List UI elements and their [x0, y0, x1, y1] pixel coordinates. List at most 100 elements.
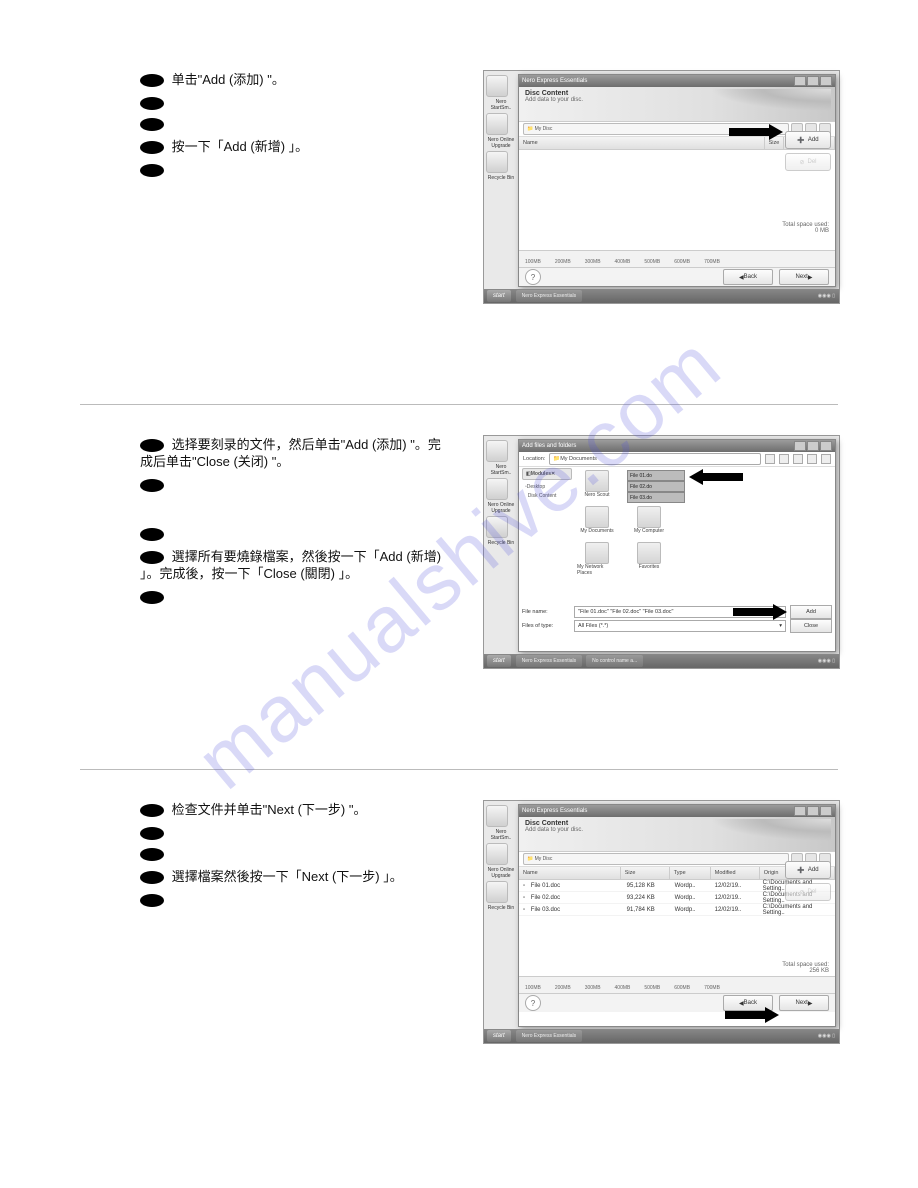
banner: Disc Content Add data to your disc. — [519, 87, 835, 122]
dialog-add-button[interactable]: Add — [790, 605, 832, 619]
next-button[interactable]: Next ▶ — [779, 995, 829, 1011]
filetype-select[interactable]: All Files (*.*)▾ — [574, 620, 786, 632]
lang-marker — [140, 848, 164, 861]
start-button[interactable]: start — [487, 655, 511, 667]
total-space-label: Total space used:256 KB — [782, 962, 829, 974]
desktop-icon-label: Recycle Bin — [486, 175, 516, 181]
nav-back-icon[interactable] — [765, 454, 775, 464]
banner: Disc Content Add data to your disc. — [519, 817, 835, 852]
next-button[interactable]: Next ▶ — [779, 269, 829, 285]
max-button[interactable] — [807, 441, 819, 451]
min-button[interactable] — [794, 76, 806, 86]
del-button[interactable]: ⊘ Del — [785, 153, 831, 171]
start-button[interactable]: start — [487, 290, 511, 302]
section-3: 检查文件并单击"Next (下一步) "。 選擇檔案然後按一下「Next (下一… — [80, 800, 838, 1044]
desktop-icon — [486, 843, 508, 865]
desktop-icon-label: Recycle Bin — [486, 905, 516, 911]
taskbar: start Nero Express Essentials No control… — [484, 654, 839, 668]
del-button[interactable]: ⊘ Del — [785, 883, 831, 901]
section-divider — [80, 769, 838, 770]
nav-item[interactable]: Disk Content — [522, 491, 572, 500]
lang-marker — [140, 479, 164, 492]
nav-header[interactable]: ◧ Modules ✕ — [522, 468, 572, 480]
callout-arrow — [689, 470, 743, 484]
close-button[interactable] — [820, 76, 832, 86]
s3-line2: 選擇檔案然後按一下「Next (下一步) 」。 — [172, 869, 403, 884]
lang-marker — [140, 804, 164, 817]
location-field[interactable]: 📁 My Documents — [549, 453, 761, 465]
add-files-dialog: Add files and folders Location: 📁 My Doc… — [518, 439, 836, 652]
lang-marker — [140, 528, 164, 541]
s2-line1: 选择要刻录的文件，然后单击"Add (添加) "。完成后单击"Close (关闭… — [140, 437, 441, 469]
breadcrumb[interactable]: 📁 My Disc — [523, 853, 789, 865]
size-ruler: 100MB200MB300MB400MB500MB600MB700MB — [519, 976, 835, 994]
section-2: 选择要刻录的文件，然后单击"Add (添加) "。完成后单击"Close (关闭… — [80, 435, 838, 669]
lang-marker — [140, 551, 164, 564]
callout-arrow — [733, 605, 787, 619]
filetype-label: Files of type: — [522, 623, 570, 629]
nav-view-icon[interactable] — [821, 454, 831, 464]
s3-line1: 检查文件并单击"Next (下一步) "。 — [172, 802, 367, 817]
filename-label: File name: — [522, 609, 570, 615]
s1-line1: 单击"Add (添加) "。 — [172, 72, 285, 87]
close-button[interactable] — [820, 806, 832, 816]
desktop-icon — [486, 516, 508, 538]
max-button[interactable] — [807, 806, 819, 816]
lang-marker — [140, 164, 164, 177]
lang-marker — [140, 894, 164, 907]
desktop-icon — [486, 440, 508, 462]
selected-file[interactable]: File 02.do — [627, 481, 685, 492]
desktop-icon — [486, 151, 508, 173]
min-button[interactable] — [794, 441, 806, 451]
nav-search-icon[interactable] — [793, 454, 803, 464]
titlebar: Add files and folders — [519, 440, 835, 452]
nav-new-icon[interactable] — [807, 454, 817, 464]
size-ruler: 100MB200MB300MB400MB500MB600MB700MB — [519, 250, 835, 268]
task-item[interactable]: Nero Express Essentials — [516, 655, 582, 667]
titlebar: Nero Express Essentials — [519, 75, 835, 87]
add-button[interactable]: ➕ Add — [785, 861, 831, 879]
screenshot-3: Nero StartSm.. Nero Online Upgrade Recyc… — [483, 800, 840, 1044]
desktop-icon — [486, 881, 508, 903]
selected-file[interactable]: File 01.do — [627, 470, 685, 481]
callout-arrow — [725, 1008, 779, 1022]
nav-item[interactable]: ▫ Desktop — [522, 482, 572, 491]
nero-main-window: Nero Express Essentials Disc Content Add… — [518, 74, 836, 287]
back-button[interactable]: ◀ Back — [723, 269, 773, 285]
selected-files: File 01.do File 02.do File 03.do — [627, 470, 685, 503]
folder-item[interactable]: My Documents — [577, 506, 617, 534]
desktop-icon — [486, 75, 508, 97]
s2-line2: 選擇所有要燒錄檔案，然後按一下「Add (新增) 」。完成後，按一下「Close… — [140, 549, 441, 581]
task-item[interactable]: Nero Express Essentials — [516, 290, 582, 302]
lang-marker — [140, 827, 164, 840]
folder-item[interactable]: Nero Scout — [577, 470, 617, 498]
folder-item[interactable]: Favorites — [629, 542, 669, 576]
min-button[interactable] — [794, 806, 806, 816]
close-button[interactable] — [820, 441, 832, 451]
start-button[interactable]: start — [487, 1030, 511, 1042]
desktop-icon-label: Nero Online Upgrade — [486, 137, 516, 149]
desktop-icon-label: Nero Online Upgrade — [486, 502, 516, 514]
screenshot-1: Nero StartSm.. Nero Online Upgrade Recyc… — [483, 70, 840, 304]
callout-arrow — [729, 125, 783, 139]
help-button[interactable]: ? — [525, 995, 541, 1011]
folder-item[interactable]: My Network Places — [577, 542, 617, 576]
window-title: Nero Express Essentials — [522, 78, 793, 84]
max-button[interactable] — [807, 76, 819, 86]
lang-marker — [140, 141, 164, 154]
selected-file[interactable]: File 03.do — [627, 492, 685, 503]
table-row[interactable]: ▫ File 03.doc 91,784 KB Wordp.. 12/02/19… — [519, 904, 835, 916]
desktop-icon-label: Nero StartSm.. — [486, 99, 516, 111]
desktop-icon-label: Nero StartSm.. — [486, 464, 516, 476]
titlebar: Nero Express Essentials — [519, 805, 835, 817]
total-space-label: Total space used:0 MB — [782, 222, 829, 234]
help-button[interactable]: ? — [525, 269, 541, 285]
folder-item[interactable]: My Computer — [629, 506, 669, 534]
dialog-close-button[interactable]: Close — [790, 619, 832, 633]
desktop-icon — [486, 113, 508, 135]
lang-marker — [140, 74, 164, 87]
task-item[interactable]: No control name a... — [586, 655, 643, 667]
task-item[interactable]: Nero Express Essentials — [516, 1030, 582, 1042]
add-button[interactable]: ➕ Add — [785, 131, 831, 149]
nav-up-icon[interactable] — [779, 454, 789, 464]
